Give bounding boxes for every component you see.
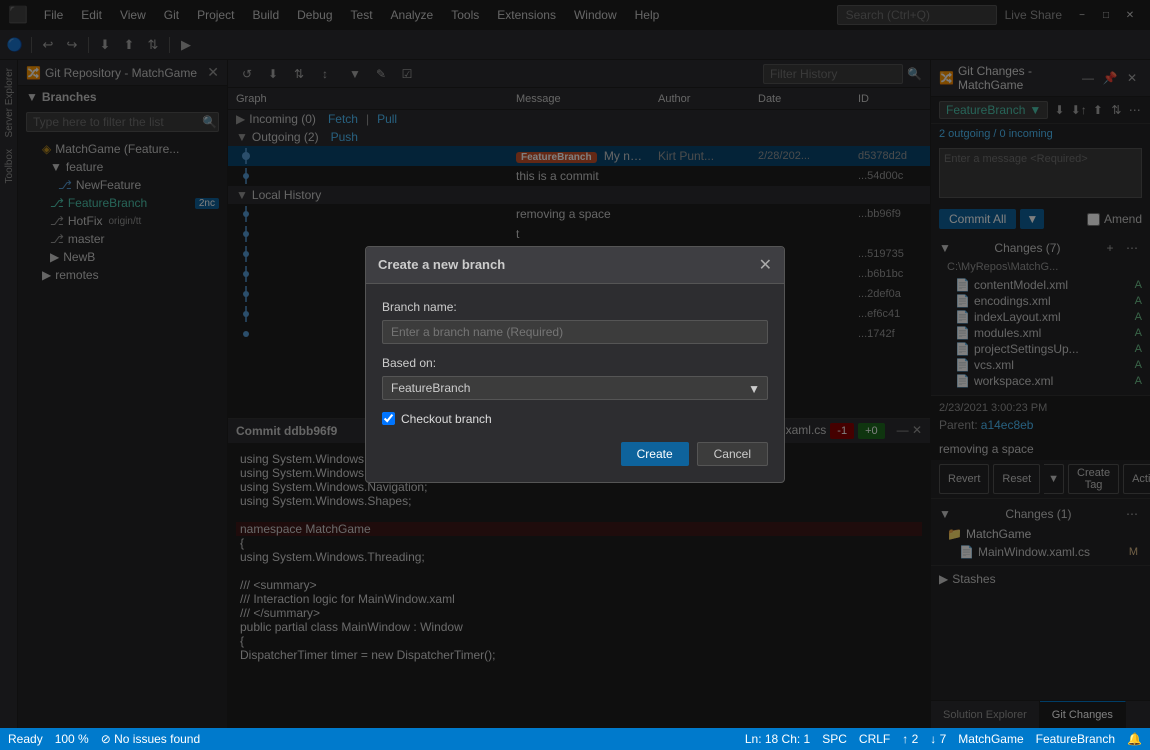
spc-label: SPC (822, 732, 847, 746)
cursor-position: Ln: 18 Ch: 1 (745, 732, 810, 746)
modal-title: Create a new branch (378, 257, 505, 272)
based-on-select[interactable]: FeatureBranch (382, 376, 768, 400)
arrows-down: ↓ 7 (930, 732, 946, 746)
checkout-checkbox-row: Checkout branch (382, 412, 768, 426)
branch-name: FeatureBranch (1036, 732, 1115, 746)
bell-icon: 🔔 (1127, 732, 1142, 746)
status-bar: Ready 100 % ⊘ No issues found Ln: 18 Ch:… (0, 728, 1150, 750)
checkout-branch-checkbox[interactable] (382, 412, 395, 425)
modal-create-button[interactable]: Create (621, 442, 689, 466)
checkout-label: Checkout branch (401, 412, 492, 426)
modal-header: Create a new branch ✕ (366, 247, 784, 284)
project-name: MatchGame (958, 732, 1023, 746)
based-on-label: Based on: (382, 356, 768, 370)
branch-name-label: Branch name: (382, 300, 768, 314)
crlf-label: CRLF (859, 732, 890, 746)
no-issues-label: ⊘ No issues found (101, 732, 200, 746)
modal-overlay: Create a new branch ✕ Branch name: Based… (0, 0, 1150, 728)
create-branch-modal: Create a new branch ✕ Branch name: Based… (365, 246, 785, 483)
modal-body: Branch name: Based on: FeatureBranch ▼ C… (366, 284, 784, 482)
zoom-level: 100 % (55, 732, 89, 746)
modal-close-button[interactable]: ✕ (759, 255, 772, 275)
modal-footer: Create Cancel (382, 442, 768, 466)
new-branch-name-input[interactable] (382, 320, 768, 344)
ready-label: Ready (8, 732, 43, 746)
arrows-up: ↑ 2 (902, 732, 918, 746)
modal-cancel-button[interactable]: Cancel (697, 442, 768, 466)
based-on-select-wrapper: FeatureBranch ▼ (382, 376, 768, 412)
status-bar-right: Ln: 18 Ch: 1 SPC CRLF ↑ 2 ↓ 7 MatchGame … (745, 732, 1142, 746)
